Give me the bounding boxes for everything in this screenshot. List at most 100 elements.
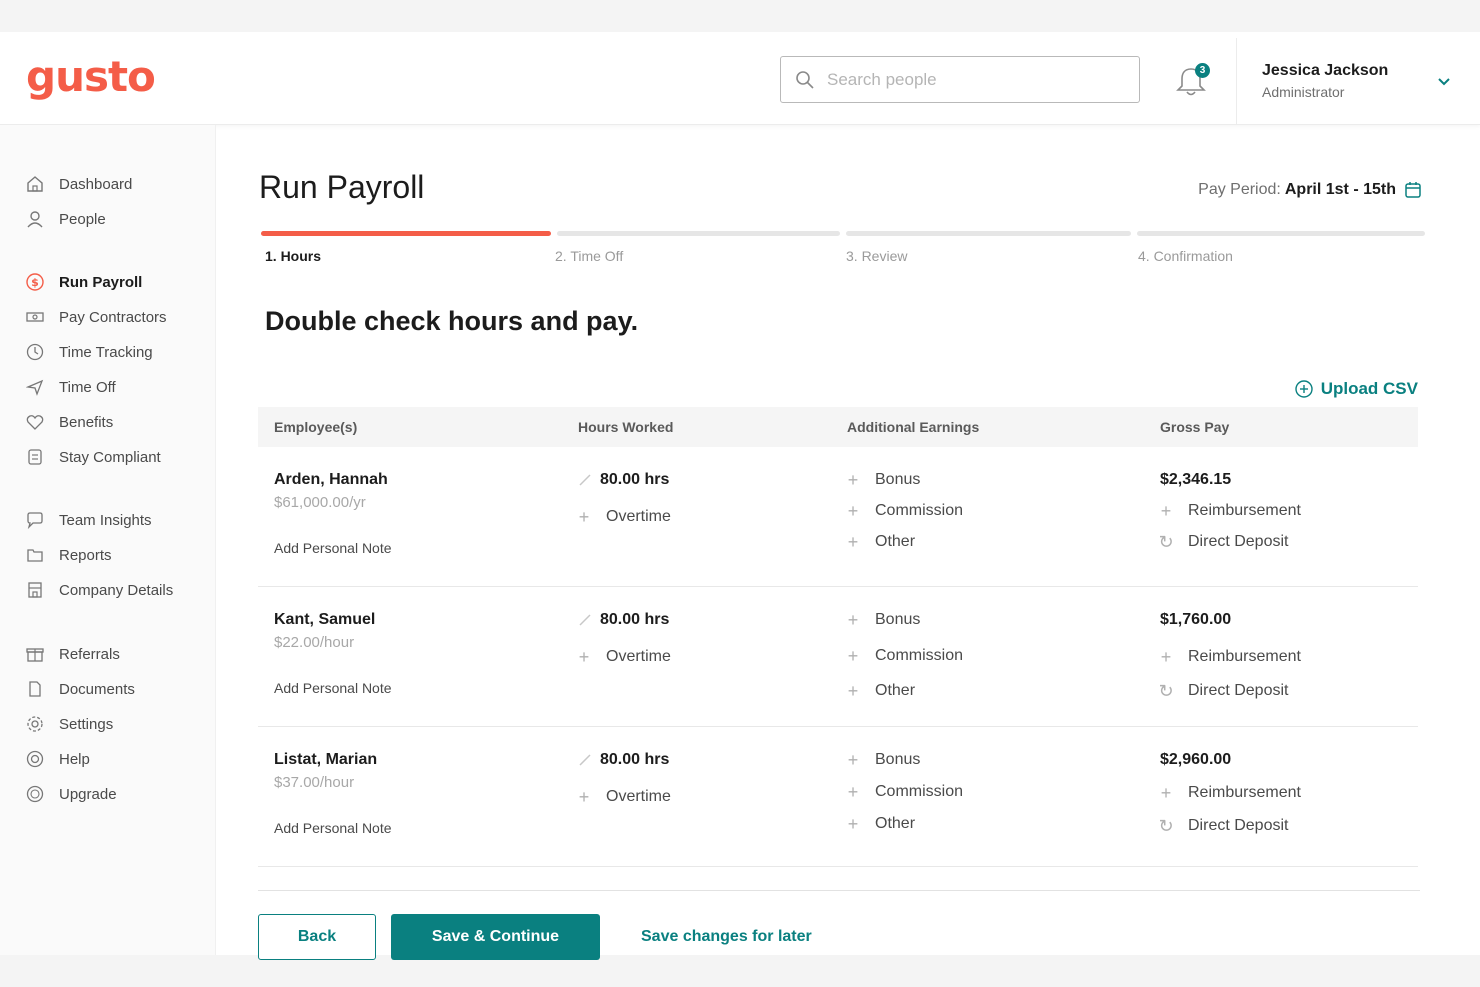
- step-time-off[interactable]: 2. Time Off: [555, 248, 623, 264]
- sidebar-item-label: Settings: [59, 715, 114, 733]
- sidebar-item-people[interactable]: People: [25, 207, 106, 231]
- add-bonus[interactable]: + Bonus: [847, 751, 921, 769]
- bonus-label: Bonus: [875, 611, 921, 628]
- add-commission[interactable]: + Commission: [847, 783, 963, 801]
- plus-icon: +: [847, 610, 859, 630]
- hours-worked[interactable]: 80.00 hrs: [578, 611, 669, 629]
- reimbursement-label: Reimbursement: [1188, 502, 1301, 519]
- sidebar-item-label: Team Insights: [59, 511, 152, 529]
- add-overtime[interactable]: + Overtime: [578, 508, 671, 526]
- employee-name[interactable]: Kant, Samuel: [274, 611, 375, 629]
- add-reimbursement[interactable]: + Reimbursement: [1160, 502, 1301, 520]
- add-other[interactable]: + Other: [847, 682, 915, 700]
- step-hours[interactable]: 1. Hours: [265, 248, 321, 264]
- payment-method[interactable]: ↻ Direct Deposit: [1158, 816, 1288, 836]
- refresh-icon: ↻: [1158, 532, 1174, 552]
- search-box[interactable]: [780, 56, 1140, 103]
- sidebar-item-pay-contractors[interactable]: Pay Contractors: [25, 305, 167, 329]
- sidebar-item-label: Run Payroll: [59, 273, 143, 291]
- pencil-icon: [579, 614, 591, 626]
- sidebar-item-referrals[interactable]: Referrals: [25, 642, 120, 666]
- table-row: Kant, Samuel $22.00/hour Add Personal No…: [258, 587, 1418, 727]
- person-icon: [25, 209, 45, 229]
- add-commission[interactable]: + Commission: [847, 647, 963, 665]
- sidebar-item-label: Referrals: [59, 645, 120, 663]
- add-overtime[interactable]: + Overtime: [578, 788, 671, 806]
- sidebar-item-team-insights[interactable]: Team Insights: [25, 508, 152, 532]
- sidebar-item-company-details[interactable]: Company Details: [25, 578, 173, 602]
- add-other[interactable]: + Other: [847, 815, 915, 833]
- sidebar-item-dashboard[interactable]: Dashboard: [25, 172, 132, 196]
- payment-method[interactable]: ↻ Direct Deposit: [1158, 532, 1288, 552]
- calendar-icon[interactable]: [1404, 181, 1422, 199]
- sidebar-item-label: Help: [59, 750, 90, 768]
- notification-badge: 3: [1195, 63, 1210, 78]
- other-label: Other: [875, 533, 916, 550]
- sidebar-item-label: Pay Contractors: [59, 308, 167, 326]
- gift-icon: [25, 644, 45, 664]
- hours-worked[interactable]: 80.00 hrs: [578, 471, 669, 489]
- table-row: Listat, Marian $37.00/hour Add Personal …: [258, 727, 1418, 867]
- add-commission[interactable]: + Commission: [847, 502, 963, 520]
- employee-rate: $22.00/hour: [274, 634, 355, 651]
- pay-period[interactable]: Pay Period: April 1st - 15th: [1198, 181, 1422, 199]
- table-header: Employee(s) Hours Worked Additional Earn…: [258, 407, 1418, 447]
- search-icon: [796, 70, 814, 89]
- add-personal-note-link[interactable]: Add Personal Note: [274, 680, 392, 696]
- search-input[interactable]: [827, 69, 1127, 90]
- other-label: Other: [875, 682, 916, 699]
- folder-icon: [25, 545, 45, 565]
- employee-name[interactable]: Arden, Hannah: [274, 471, 388, 489]
- svg-text:$: $: [31, 276, 39, 289]
- gusto-logo[interactable]: gusto: [26, 52, 156, 101]
- plus-icon: +: [847, 646, 859, 666]
- sidebar-item-run-payroll[interactable]: $ Run Payroll: [25, 270, 142, 294]
- sidebar-item-benefits[interactable]: Benefits: [25, 410, 113, 434]
- sidebar-item-help[interactable]: Help: [25, 747, 90, 771]
- back-button[interactable]: Back: [258, 914, 376, 960]
- step-confirmation[interactable]: 4. Confirmation: [1138, 248, 1233, 264]
- step-bar-confirmation: [1137, 231, 1425, 236]
- pencil-icon: [579, 754, 591, 766]
- step-bar-hours: [261, 231, 551, 236]
- commission-label: Commission: [875, 783, 964, 800]
- add-personal-note-link[interactable]: Add Personal Note: [274, 540, 392, 556]
- add-personal-note-link[interactable]: Add Personal Note: [274, 820, 392, 836]
- add-overtime[interactable]: + Overtime: [578, 648, 671, 666]
- sidebar-item-reports[interactable]: Reports: [25, 543, 112, 567]
- home-icon: [25, 174, 45, 194]
- chat-icon: [25, 510, 45, 530]
- hours-worked[interactable]: 80.00 hrs: [578, 751, 669, 769]
- sidebar-item-label: Stay Compliant: [59, 448, 161, 466]
- add-bonus[interactable]: + Bonus: [847, 610, 921, 630]
- user-name[interactable]: Jessica Jackson: [1262, 62, 1388, 80]
- sidebar-item-upgrade[interactable]: Upgrade: [25, 782, 117, 806]
- sidebar-item-time-off[interactable]: Time Off: [25, 375, 116, 399]
- overtime-label: Overtime: [606, 508, 671, 525]
- upload-csv-button[interactable]: Upload CSV: [1295, 379, 1418, 399]
- sidebar-item-time-tracking[interactable]: Time Tracking: [25, 340, 153, 364]
- save-later-link[interactable]: Save changes for later: [641, 928, 812, 946]
- other-label: Other: [875, 815, 916, 832]
- reimbursement-label: Reimbursement: [1188, 648, 1301, 665]
- sidebar-item-documents[interactable]: Documents: [25, 677, 135, 701]
- refresh-icon: ↻: [1158, 816, 1174, 836]
- add-other[interactable]: + Other: [847, 533, 915, 551]
- add-reimbursement[interactable]: + Reimbursement: [1160, 784, 1301, 802]
- step-review[interactable]: 3. Review: [846, 248, 907, 264]
- add-reimbursement[interactable]: + Reimbursement: [1160, 648, 1301, 666]
- add-bonus[interactable]: + Bonus: [847, 471, 921, 489]
- plus-icon: +: [1160, 783, 1172, 803]
- payment-method[interactable]: ↻ Direct Deposit: [1158, 681, 1289, 701]
- sidebar-item-settings[interactable]: Settings: [25, 712, 113, 736]
- sidebar-item-label: Reports: [59, 546, 112, 564]
- plus-icon: +: [847, 501, 859, 521]
- gross-pay: $1,760.00: [1160, 611, 1232, 628]
- save-continue-button[interactable]: Save & Continue: [391, 914, 600, 960]
- column-header-gross-pay: Gross Pay: [1160, 419, 1230, 435]
- sidebar-item-stay-compliant[interactable]: Stay Compliant: [25, 445, 161, 469]
- payment-method-label: Direct Deposit: [1188, 682, 1289, 699]
- chevron-down-icon[interactable]: [1436, 74, 1452, 90]
- employee-name[interactable]: Listat, Marian: [274, 751, 377, 769]
- refresh-icon: ↻: [1158, 681, 1174, 701]
